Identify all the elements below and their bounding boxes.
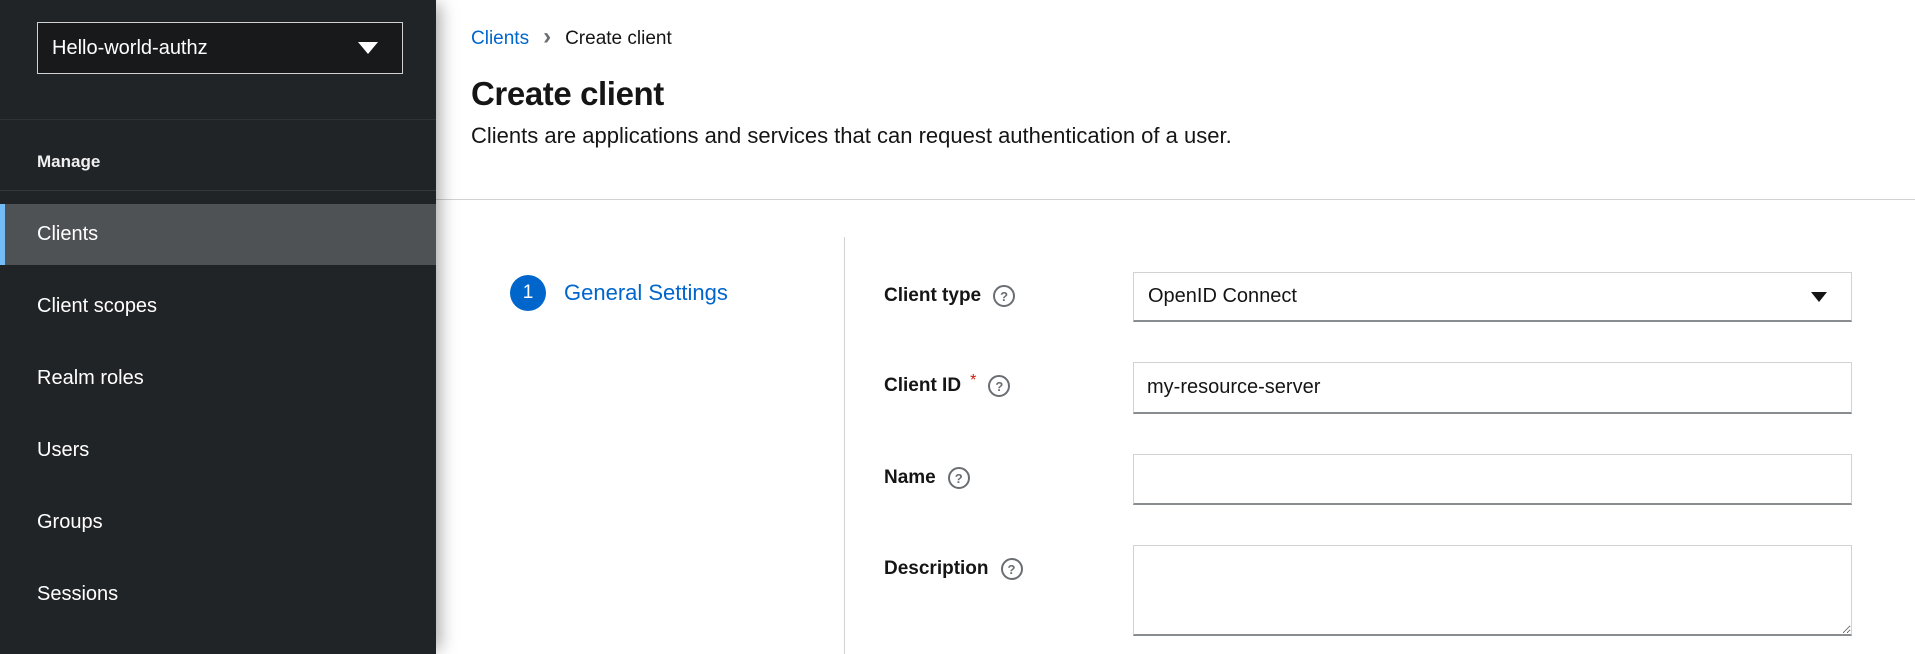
breadcrumb-separator-icon: › xyxy=(543,25,551,49)
wizard-layout: 1 General Settings Client type ? OpenID … xyxy=(436,200,1915,654)
help-icon[interactable]: ? xyxy=(1001,558,1023,580)
required-indicator: * xyxy=(970,372,976,390)
field-row-client-id: Client ID * ? xyxy=(884,362,1852,414)
name-input[interactable] xyxy=(1133,454,1852,505)
description-textarea[interactable] xyxy=(1133,545,1852,636)
name-label: Name ? xyxy=(884,454,1133,489)
client-type-control: OpenID Connect xyxy=(1133,272,1852,322)
page-title: Create client xyxy=(471,75,1915,113)
breadcrumb: Clients › Create client xyxy=(471,27,1915,51)
realm-selector-dropdown[interactable]: Hello-world-authz xyxy=(37,22,403,74)
client-type-selected-value: OpenID Connect xyxy=(1148,285,1297,308)
chevron-down-icon xyxy=(1811,292,1827,302)
field-row-name: Name ? xyxy=(884,454,1852,505)
sidebar-item-events[interactable]: Events xyxy=(0,636,436,654)
wizard-steps-nav: 1 General Settings xyxy=(436,200,845,654)
client-id-input[interactable] xyxy=(1133,362,1852,414)
name-label-text: Name xyxy=(884,467,936,489)
sidebar-item-client-scopes[interactable]: Client scopes xyxy=(0,276,436,337)
page-header: Clients › Create client Create client Cl… xyxy=(436,0,1915,200)
field-row-description: Description ? xyxy=(884,545,1852,641)
help-icon[interactable]: ? xyxy=(988,375,1010,397)
help-icon[interactable]: ? xyxy=(948,467,970,489)
sidebar-item-users[interactable]: Users xyxy=(0,420,436,481)
breadcrumb-current: Create client xyxy=(565,28,672,50)
description-label: Description ? xyxy=(884,545,1133,580)
sidebar-item-realm-roles[interactable]: Realm roles xyxy=(0,348,436,409)
nav-divider xyxy=(0,190,436,191)
nav-section-title: Manage xyxy=(37,152,436,172)
wizard-step-general-settings[interactable]: 1 General Settings xyxy=(510,275,845,311)
sidebar-nav: Clients Client scopes Realm roles Users … xyxy=(0,204,436,654)
sidebar: Hello-world-authz Manage Clients Client … xyxy=(0,0,436,654)
page-subtitle: Clients are applications and services th… xyxy=(471,123,1915,149)
chevron-down-icon xyxy=(358,42,378,54)
help-icon[interactable]: ? xyxy=(993,285,1015,307)
step-label: General Settings xyxy=(564,280,728,306)
client-type-select[interactable]: OpenID Connect xyxy=(1133,272,1852,322)
client-id-label: Client ID * ? xyxy=(884,362,1133,397)
create-client-form: Client type ? OpenID Connect Client ID *… xyxy=(845,200,1852,654)
sidebar-item-sessions[interactable]: Sessions xyxy=(0,564,436,625)
client-type-label-text: Client type xyxy=(884,285,981,307)
field-row-client-type: Client type ? OpenID Connect xyxy=(884,272,1852,322)
breadcrumb-link-clients[interactable]: Clients xyxy=(471,28,529,50)
step-number-badge: 1 xyxy=(510,275,546,311)
realm-selector-label: Hello-world-authz xyxy=(52,37,208,60)
name-control xyxy=(1133,454,1852,505)
client-type-label: Client type ? xyxy=(884,272,1133,307)
client-id-label-text: Client ID xyxy=(884,375,961,397)
description-label-text: Description xyxy=(884,558,989,580)
sidebar-item-clients[interactable]: Clients xyxy=(0,204,436,265)
sidebar-item-groups[interactable]: Groups xyxy=(0,492,436,553)
main-content: Clients › Create client Create client Cl… xyxy=(436,0,1915,654)
sidebar-header: Hello-world-authz xyxy=(0,22,436,120)
client-id-control xyxy=(1133,362,1852,414)
description-control xyxy=(1133,545,1852,641)
